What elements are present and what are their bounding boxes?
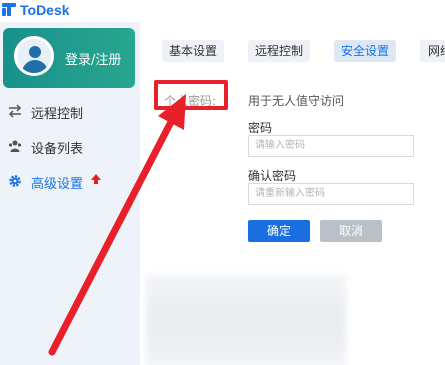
highlight-box <box>154 80 228 110</box>
sidebar-item-advanced-settings[interactable]: 高级设置 <box>0 165 140 199</box>
people-icon <box>8 140 22 152</box>
sidebar-item-device-list[interactable]: 设备列表 <box>0 130 140 164</box>
cancel-button[interactable]: 取消 <box>320 220 382 242</box>
blurred-region <box>146 274 346 365</box>
password-label: 密码 <box>248 121 273 135</box>
main-panel: 基本设置 远程控制 安全设置 网络 个人密码: 用于无人值守访问 密码 请输入密… <box>140 22 445 365</box>
tab-basic-settings[interactable]: 基本设置 <box>162 40 224 62</box>
confirm-password-label: 确认密码 <box>248 169 297 183</box>
login-card[interactable]: 登录/注册 <box>3 28 135 88</box>
confirm-button[interactable]: 确定 <box>248 220 310 242</box>
update-arrow-stem <box>94 179 98 184</box>
tab-security-settings[interactable]: 安全设置 <box>334 40 396 62</box>
app-title: ToDesk <box>20 2 70 18</box>
avatar[interactable] <box>14 36 54 76</box>
confirm-password-input[interactable]: 请重新输入密码 <box>248 183 414 205</box>
tab-remote-control[interactable]: 远程控制 <box>248 40 310 62</box>
title-bar: ToDesk <box>0 0 445 22</box>
login-register-link[interactable]: 登录/注册 <box>65 49 121 68</box>
password-input[interactable]: 请输入密码 <box>248 135 414 157</box>
tab-network[interactable]: 网络 <box>420 40 445 62</box>
sidebar-item-label: 远程控制 <box>31 107 84 122</box>
section-description: 用于无人值守访问 <box>248 94 345 108</box>
sidebar-item-remote-control[interactable]: 远程控制 <box>0 95 140 129</box>
sidebar-item-label: 设备列表 <box>31 142 84 157</box>
gear-icon <box>9 175 21 187</box>
sidebar: 登录/注册 远程控制 设备列表 高级设置 <box>0 22 140 365</box>
todesk-logo-icon <box>2 2 18 16</box>
sidebar-item-label: 高级设置 <box>31 177 84 192</box>
swap-arrows-icon <box>8 104 22 118</box>
